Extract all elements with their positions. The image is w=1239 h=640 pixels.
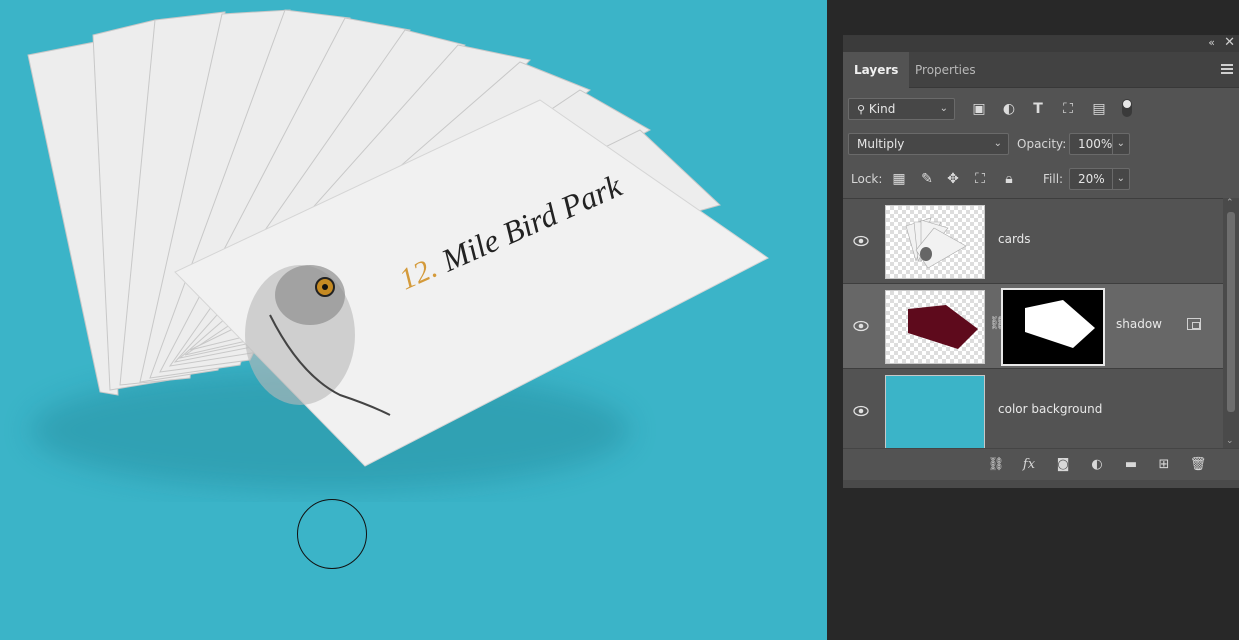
layer-row-cards[interactable]: cards xyxy=(843,199,1223,284)
tab-properties[interactable]: Properties xyxy=(904,52,987,88)
link-layers-icon[interactable]: ⛓ xyxy=(986,456,1006,474)
scroll-down-icon[interactable]: ⌄ xyxy=(1226,436,1234,446)
lock-transparent-pixels-icon[interactable]: ▦ xyxy=(889,170,909,188)
opacity-label: Opacity: xyxy=(1017,137,1067,151)
blend-row: Multiply ⌄ Opacity: 100% ⌄ xyxy=(843,130,1239,158)
fill-value: 20% xyxy=(1078,172,1105,186)
new-layer-icon[interactable]: ⊞ xyxy=(1154,456,1174,474)
smart-object-icon xyxy=(1187,318,1201,330)
lock-label: Lock: xyxy=(851,172,883,186)
business-cards-artwork: 12. Mile Bird Park xyxy=(27,9,769,490)
layer-thumbnail xyxy=(885,205,985,279)
shape-filter-icon[interactable]: ⛶ xyxy=(1058,100,1078,118)
filter-kind-label: Kind xyxy=(868,102,896,116)
layer-name: cards xyxy=(998,232,1031,246)
layer-thumbnail xyxy=(885,375,985,448)
lock-artboard-icon[interactable]: ⛶ xyxy=(970,170,990,188)
close-icon[interactable]: ✕ xyxy=(1224,35,1235,50)
panel-menu-icon[interactable] xyxy=(1221,64,1233,74)
type-filter-icon[interactable]: T xyxy=(1028,100,1048,118)
add-mask-icon[interactable]: ◙ xyxy=(1053,456,1073,474)
eye-visibility-icon[interactable] xyxy=(853,405,869,417)
filter-toggle-icon[interactable] xyxy=(1122,99,1132,117)
document-canvas[interactable]: 12. Mile Bird Park xyxy=(0,0,827,640)
layer-name: shadow xyxy=(1116,317,1162,331)
pixel-filter-icon[interactable]: ▣ xyxy=(969,100,989,118)
layer-mask-thumbnail[interactable] xyxy=(1001,288,1105,366)
lock-all-icon[interactable]: 🔒︎ xyxy=(999,170,1019,188)
trash-icon[interactable]: 🗑︎ xyxy=(1188,456,1208,474)
lock-position-icon[interactable]: ✥ xyxy=(943,170,963,188)
fill-label: Fill: xyxy=(1043,172,1064,186)
smart-object-filter-icon[interactable]: ▤ xyxy=(1089,100,1109,118)
filter-row: ⚲ Kind ⌄ ▣ ◐ T ⛶ ▤ xyxy=(843,96,1239,124)
fx-icon[interactable]: fx xyxy=(1019,456,1039,474)
layer-name: color background xyxy=(998,402,1103,416)
search-icon: ⚲ xyxy=(857,103,866,116)
panel-tabs: Layers Properties xyxy=(843,52,1239,88)
adjustment-filter-icon[interactable]: ◐ xyxy=(999,100,1019,118)
panel-resize-handle[interactable] xyxy=(843,480,1239,488)
blend-mode-dropdown[interactable]: Multiply ⌄ xyxy=(848,133,1009,155)
adjustment-layer-icon[interactable]: ◐ xyxy=(1087,456,1107,474)
tab-layers[interactable]: Layers xyxy=(843,52,910,88)
layers-scrollbar[interactable]: ⌃ ⌄ xyxy=(1223,198,1239,448)
scroll-thumb[interactable] xyxy=(1227,212,1235,412)
folder-icon[interactable]: ▬ xyxy=(1121,456,1141,474)
lock-row: Lock: ▦ ✎ ✥ ⛶ 🔒︎ Fill: 20% ⌄ xyxy=(843,166,1239,194)
layers-bottom-toolbar: ⛓ fx ◙ ◐ ▬ ⊞ 🗑︎ xyxy=(843,448,1239,480)
layer-thumbnail xyxy=(885,290,985,364)
eye-visibility-icon[interactable] xyxy=(853,235,869,247)
chevron-down-icon[interactable]: ⌄ xyxy=(1111,169,1125,189)
chevron-down-icon: ⌄ xyxy=(939,103,948,114)
scroll-up-icon[interactable]: ⌃ xyxy=(1226,198,1234,208)
panel-collapse-bar: « ✕ xyxy=(843,35,1239,52)
chevron-down-icon: ⌄ xyxy=(993,138,1002,149)
opacity-field[interactable]: 100% ⌄ xyxy=(1069,133,1130,155)
blend-mode-value: Multiply xyxy=(857,137,905,151)
chevron-down-icon[interactable]: ⌄ xyxy=(1111,134,1125,154)
layer-row-shadow[interactable]: ⛓ shadow xyxy=(843,284,1223,369)
brush-cursor xyxy=(297,499,367,569)
filter-kind-dropdown[interactable]: ⚲ Kind ⌄ xyxy=(848,98,955,120)
layer-row-color-background[interactable]: color background xyxy=(843,369,1223,448)
eye-visibility-icon[interactable] xyxy=(853,320,869,332)
lock-image-pixels-icon[interactable]: ✎ xyxy=(917,170,937,188)
layers-list: cards ⛓ shadow color background xyxy=(843,198,1223,448)
layers-panel: « ✕ Layers Properties ⚲ Kind ⌄ ▣ ◐ T ⛶ ▤… xyxy=(843,35,1239,488)
fill-field[interactable]: 20% ⌄ xyxy=(1069,168,1130,190)
collapse-icon[interactable]: « xyxy=(1208,36,1215,49)
opacity-value: 100% xyxy=(1078,137,1113,151)
